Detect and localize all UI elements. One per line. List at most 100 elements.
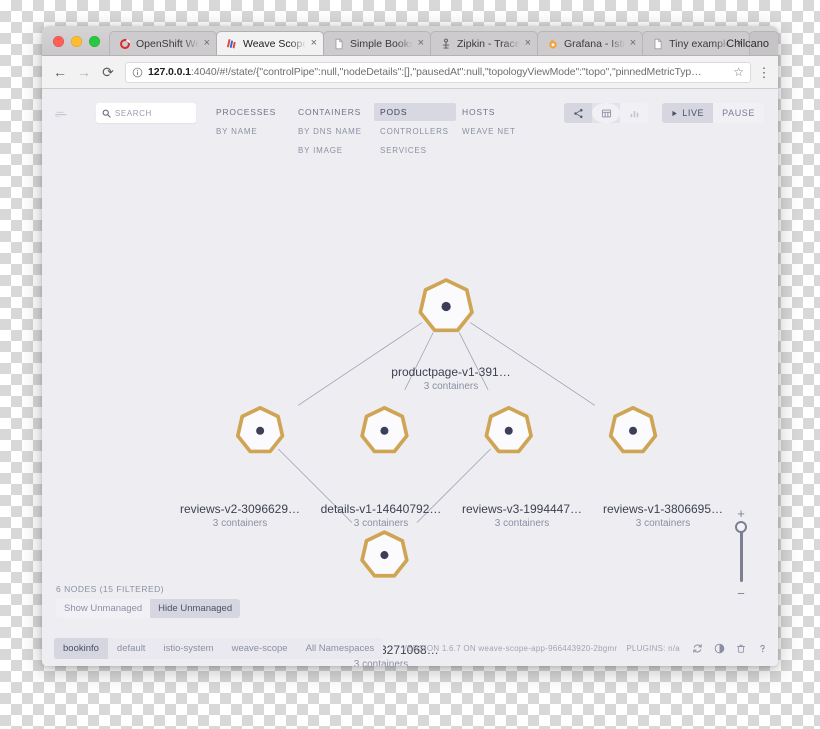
play-icon [672, 110, 678, 116]
graph-view[interactable] [564, 103, 592, 123]
reload-button[interactable]: ⟳ [97, 61, 119, 83]
pause-button[interactable]: PAUSE [713, 103, 764, 123]
node-center-dot [629, 426, 638, 435]
topology-item-by-image[interactable]: BY IMAGE [292, 142, 374, 159]
show-unmanaged-button[interactable]: Show Unmanaged [56, 599, 151, 618]
topology-column-0: PROCESSES BY NAME [210, 103, 292, 161]
topology-graph[interactable]: productpage-v1-391… 3 containers reviews-v… [42, 161, 778, 666]
tab-close-icon[interactable]: × [204, 38, 210, 49]
table-view[interactable] [592, 103, 620, 123]
zoom-slider-track[interactable] [735, 521, 747, 582]
close-window-button[interactable] [53, 36, 64, 47]
back-button[interactable]: ← [49, 61, 71, 83]
topology-item-services[interactable]: SERVICES [374, 142, 456, 159]
graph-node-productpage[interactable] [418, 278, 474, 333]
node-center-dot [256, 426, 265, 435]
trash-icon[interactable] [736, 643, 746, 654]
graph-node-details-v1[interactable] [360, 405, 409, 454]
view-mode-toggle [564, 103, 648, 123]
grafana-icon [549, 38, 557, 48]
bar-chart-icon [630, 110, 638, 117]
footer-icon-group [692, 643, 768, 654]
tab-close-icon[interactable]: × [311, 38, 317, 49]
browser-tab-0[interactable]: OpenShift We × [109, 31, 217, 55]
graph-node-reviews-v1[interactable] [608, 405, 658, 454]
topology-item-by-dns-name[interactable]: BY DNS NAME [292, 123, 374, 140]
zipkin-icon [442, 38, 450, 49]
topology-item-containers[interactable]: CONTAINERS [292, 103, 374, 121]
browser-toolbar: ← → ⟳ 127.0.0.1:4040/#!/state/{"controlP… [42, 56, 778, 89]
browser-tab-4[interactable]: Grafana - Isti × [537, 31, 644, 55]
tab-close-icon[interactable]: × [630, 38, 636, 49]
topology-item-hosts[interactable]: HOSTS [456, 103, 538, 121]
plugins-label: PLUGINS: n/a [626, 643, 680, 653]
topology-item-processes[interactable]: PROCESSES [210, 103, 292, 121]
graph-edge [458, 332, 489, 390]
page-icon [335, 38, 343, 49]
url-text[interactable]: 127.0.0.1:4040/#!/state/{"controlPipe":n… [148, 66, 728, 78]
topology-item-weave-net[interactable]: WEAVE NET [456, 123, 538, 140]
browser-tab-2[interactable]: Simple Books × [323, 31, 431, 55]
node-count-label: 6 NODES (15 FILTERED) [56, 584, 165, 594]
bookmark-star-icon[interactable]: ☆ [733, 65, 744, 79]
tab-strip: OpenShift We × Weave Scope × Simple Books × Zi… [109, 31, 778, 55]
zoom-out-button[interactable]: − [737, 587, 745, 600]
node-center-dot [441, 301, 451, 312]
graph-canvas[interactable] [42, 161, 778, 630]
search-input[interactable] [115, 108, 190, 118]
hide-unmanaged-button[interactable]: Hide Unmanaged [150, 599, 241, 618]
resource-view [620, 103, 648, 123]
tab-title: Tiny example [669, 37, 732, 50]
page-icon [654, 38, 662, 49]
search-box[interactable] [96, 103, 196, 123]
graph-node-ratings-v1[interactable] [360, 530, 409, 578]
namespace-all-namespaces[interactable]: All Namespaces [296, 637, 384, 659]
page-info-icon[interactable] [132, 67, 143, 78]
zoom-in-button[interactable]: + [737, 507, 745, 520]
topology-item-pods[interactable]: PODS [374, 103, 456, 121]
profile-name[interactable]: Chilcano [726, 38, 769, 50]
graph-node-reviews-v3[interactable] [484, 405, 533, 454]
graph-edge [416, 448, 491, 523]
weave-scope-logo-icon [55, 111, 67, 118]
label: LIVE [682, 108, 705, 118]
app-footer: bookinfo default istio-system weave-scope Al… [42, 630, 778, 666]
contrast-icon[interactable] [714, 643, 725, 654]
url-path: :4040/#!/state/{"controlPipe":null,"node… [190, 66, 702, 78]
tab-title: Zipkin - Trace [457, 37, 520, 50]
graph-edge [470, 322, 596, 406]
help-icon[interactable] [757, 643, 768, 654]
maximize-window-button[interactable] [89, 36, 100, 47]
weavescope-icon [227, 38, 236, 48]
search-icon [102, 109, 111, 118]
tab-close-icon[interactable]: × [418, 38, 424, 49]
minimize-window-button[interactable] [71, 36, 82, 47]
browser-menu-icon[interactable]: ⋮ [757, 61, 771, 83]
browser-tab-1[interactable]: Weave Scope × [216, 31, 324, 55]
refresh-icon[interactable] [692, 643, 703, 654]
namespace-bookinfo[interactable]: bookinfo [54, 637, 108, 659]
weave-scope-app: PROCESSES BY NAMECONTAINERS BY DNS NAME BY … [42, 89, 778, 666]
node-center-dot [380, 551, 389, 560]
table-grid-icon [601, 109, 611, 117]
forward-button[interactable]: → [73, 61, 95, 83]
topology-item-by-name[interactable]: BY NAME [210, 123, 292, 140]
zoom-slider-control[interactable]: + − [730, 507, 752, 600]
tab-close-icon[interactable]: × [525, 38, 531, 49]
address-bar[interactable]: 127.0.0.1:4040/#!/state/{"controlPipe":n… [125, 61, 751, 83]
window-traffic-lights [49, 36, 109, 55]
topology-item-controllers[interactable]: CONTROLLERS [374, 123, 456, 140]
tab-title: Simple Books [350, 37, 413, 50]
node-center-dot [380, 426, 389, 435]
zoom-slider-handle[interactable] [735, 521, 747, 533]
namespace-istio-system[interactable]: istio-system [154, 637, 223, 659]
live-button[interactable]: LIVE [662, 103, 714, 123]
browser-tab-3[interactable]: Zipkin - Trace × [430, 31, 538, 55]
share-graph-icon [573, 108, 583, 118]
namespace-default[interactable]: default [107, 637, 155, 659]
label: PAUSE [722, 108, 755, 118]
namespace-weave-scope[interactable]: weave-scope [222, 637, 297, 659]
graph-node-reviews-v2[interactable] [235, 405, 285, 454]
live-pause-toggle: LIVE PAUSE [662, 103, 764, 123]
tab-title: Weave Scope [243, 37, 306, 50]
